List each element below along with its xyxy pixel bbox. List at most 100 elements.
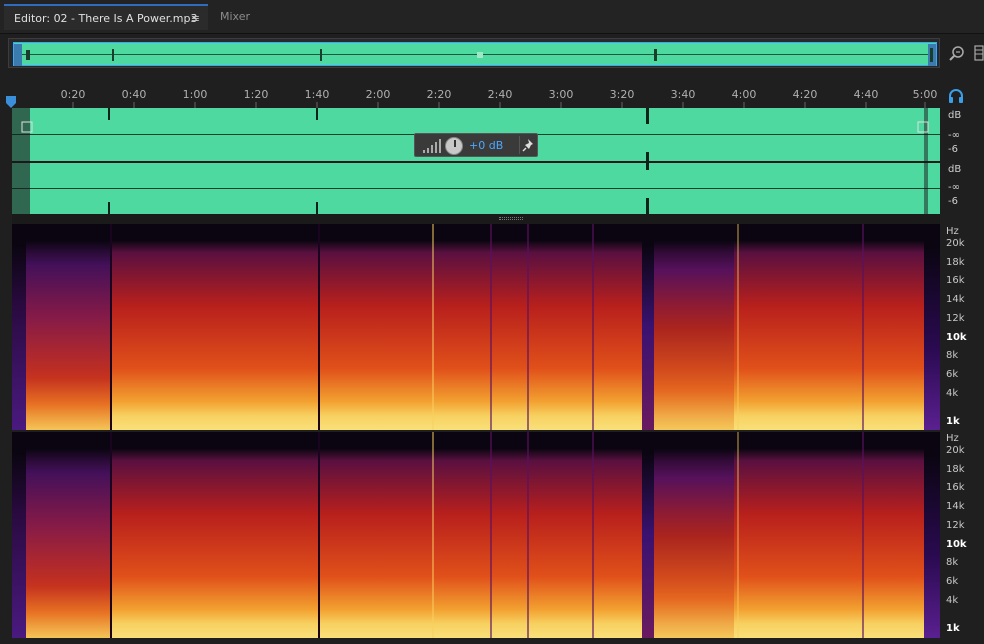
ruler-tick: 2:20 (426, 88, 452, 101)
ruler-tick: 4:00 (731, 88, 757, 101)
ruler-tick: 4:20 (792, 88, 818, 101)
hz-label: 16k (946, 275, 965, 286)
hz-label: 8k (946, 557, 959, 568)
hz-label: 20k (946, 238, 965, 249)
db-scale: dB -∞ -6 dB -∞ -6 (942, 108, 984, 214)
spectral-quiet-region (26, 432, 112, 638)
audio-editor-window: Editor: 02 - There Is A Power.mp3 ≡ Mixe… (0, 0, 984, 644)
hz-label: 14k (946, 501, 965, 512)
tab-editor[interactable]: Editor: 02 - There Is A Power.mp3 ≡ (4, 4, 208, 30)
spectral-quiet-region (924, 224, 940, 430)
db-mark: -∞ (948, 182, 960, 193)
tab-mixer-label: Mixer (220, 10, 251, 23)
hz-unit-label: Hz (946, 226, 959, 237)
hz-label: 6k (946, 576, 959, 587)
spectral-quiet-region (654, 432, 734, 638)
spectral-transient (737, 224, 739, 430)
time-ruler[interactable]: 0:20 0:40 1:00 1:20 1:40 2:00 2:20 2:40 … (8, 86, 940, 108)
ruler-tick: 1:20 (243, 88, 269, 101)
tab-bar: Editor: 02 - There Is A Power.mp3 ≡ Mixe… (0, 0, 984, 34)
spectral-transient (527, 432, 529, 638)
spectral-transient (862, 432, 864, 638)
hz-label: 4k (946, 388, 959, 399)
overview-waveform[interactable] (13, 42, 937, 66)
spectral-transient (110, 432, 112, 638)
spectral-display-ch2[interactable] (12, 432, 940, 638)
db-unit-ch1: dB (948, 110, 962, 121)
hz-label: 10k (946, 332, 967, 343)
hz-label: 6k (946, 369, 959, 380)
splitter-grip[interactable] (499, 217, 523, 220)
spectral-quiet-region (26, 224, 112, 430)
hz-label: 12k (946, 313, 965, 324)
spectral-quiet-region (642, 432, 654, 638)
hz-label: 18k (946, 257, 965, 268)
spectral-transient (592, 224, 594, 430)
spectral-gradient (12, 224, 940, 430)
hz-unit-label: Hz (946, 433, 959, 444)
spectral-display-ch1[interactable] (12, 224, 940, 430)
spectral-transient (527, 224, 529, 430)
hz-label: 14k (946, 294, 965, 305)
spectral-quiet-region (642, 224, 654, 430)
hz-label: 12k (946, 520, 965, 531)
ruler-tick: 4:40 (853, 88, 879, 101)
waveform-display[interactable] (12, 108, 940, 214)
ruler-tick: 0:20 (60, 88, 86, 101)
waveform-transients (12, 108, 929, 214)
ruler-tick: 2:40 (487, 88, 513, 101)
spectral-transient (737, 432, 739, 638)
spectral-transient (432, 224, 434, 430)
hz-scale-ch2: Hz 20k 18k 16k 14k 12k 10k 8k 6k 4k 1k (942, 431, 984, 637)
tab-editor-label: Editor: 02 - There Is A Power.mp3 (14, 12, 198, 25)
spectral-transient (592, 432, 594, 638)
playhead-marker[interactable] (6, 96, 16, 108)
hz-label: 20k (946, 445, 965, 456)
spectral-quiet-region (12, 224, 26, 430)
spectral-transient (490, 224, 492, 430)
volume-icon (423, 139, 441, 153)
ruler-tick: 2:00 (365, 88, 391, 101)
spectral-transient (318, 432, 320, 638)
volume-knob[interactable] (445, 137, 463, 155)
headphone-icon[interactable] (948, 88, 964, 104)
spectral-quiet-region (12, 432, 26, 638)
hz-label: 18k (946, 464, 965, 475)
ruler-tick: 3:20 (609, 88, 635, 101)
spectral-quiet-region (924, 432, 940, 638)
db-mark: -∞ (948, 130, 960, 141)
db-unit-ch2: dB (948, 164, 962, 175)
zoom-icon[interactable] (948, 44, 966, 62)
hz-label: 1k (946, 416, 960, 427)
tab-menu-icon[interactable]: ≡ (191, 6, 200, 32)
hud-db-value[interactable]: +0 dB (469, 139, 503, 152)
ruler-tick: 1:00 (182, 88, 208, 101)
spectral-transient (432, 432, 434, 638)
spectral-quiet-region (654, 224, 734, 430)
spectral-gradient (12, 432, 940, 638)
ruler-tick: 0:40 (121, 88, 147, 101)
amplitude-hud[interactable]: +0 dB (414, 133, 538, 157)
tab-mixer[interactable]: Mixer (210, 4, 280, 30)
spectral-transient (318, 224, 320, 430)
hz-scale-ch1: Hz 20k 18k 16k 14k 12k 10k 8k 6k 4k 1k (942, 224, 984, 430)
view-splitter[interactable] (12, 214, 940, 224)
hz-label: 1k (946, 623, 960, 634)
pin-icon[interactable] (519, 136, 537, 154)
ruler-tick: 3:00 (548, 88, 574, 101)
db-mark: -6 (948, 144, 958, 155)
spectral-transient (490, 432, 492, 638)
hz-label: 16k (946, 482, 965, 493)
hz-label: 8k (946, 350, 959, 361)
overview-bar[interactable] (8, 38, 940, 68)
ruler-tick: 5:00 (912, 88, 938, 101)
ruler-tick: 1:40 (304, 88, 330, 101)
overview-transients (26, 48, 933, 62)
panel-icon[interactable] (974, 44, 984, 62)
db-mark: -6 (948, 196, 958, 207)
ruler-tick: 3:40 (670, 88, 696, 101)
spectral-transient (110, 224, 112, 430)
spectral-transient (862, 224, 864, 430)
hz-label: 4k (946, 595, 959, 606)
hz-label: 10k (946, 539, 967, 550)
